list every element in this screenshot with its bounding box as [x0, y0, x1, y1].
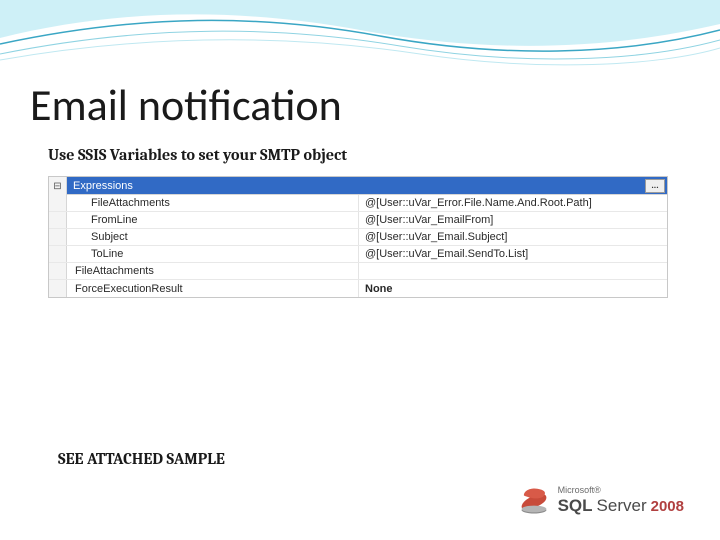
logo-product-text-a: SQL [558, 497, 593, 514]
collapse-icon[interactable]: ⊟ [49, 177, 67, 195]
table-row[interactable]: FileAttachments @[User::uVar_Error.File.… [49, 195, 667, 212]
table-row[interactable]: FileAttachments [49, 263, 667, 280]
row-gutter [49, 263, 67, 279]
row-gutter [49, 280, 67, 297]
table-row[interactable]: FromLine @[User::uVar_EmailFrom] [49, 212, 667, 229]
logo-vendor-text: Microsoft® [558, 486, 684, 495]
table-row[interactable]: ForceExecutionResult None [49, 280, 667, 297]
row-gutter [49, 212, 67, 228]
property-value[interactable]: @[User::uVar_Email.Subject] [359, 229, 667, 245]
grid-header-row: ⊟ Expressions ... [49, 177, 667, 195]
logo-product-text-b: Server [597, 497, 647, 514]
row-gutter [49, 195, 67, 211]
sql-server-logo: Microsoft® SQL Server 2008 [516, 482, 684, 518]
property-grid: ⊟ Expressions ... FileAttachments @[User… [48, 176, 668, 298]
row-gutter [49, 246, 67, 262]
ellipsis-button[interactable]: ... [645, 179, 665, 193]
row-gutter [49, 229, 67, 245]
property-name: ForceExecutionResult [67, 280, 359, 297]
grid-header-label[interactable]: Expressions [67, 177, 357, 194]
table-row[interactable]: ToLine @[User::uVar_Email.SendTo.List] [49, 246, 667, 263]
property-name: FileAttachments [67, 263, 359, 279]
subtitle-text: Use SSIS Variables to set your SMTP obje… [48, 146, 347, 164]
property-name: ToLine [67, 246, 359, 262]
table-row[interactable]: Subject @[User::uVar_Email.Subject] [49, 229, 667, 246]
database-icon [516, 482, 552, 518]
property-value[interactable]: @[User::uVar_Error.File.Name.And.Root.Pa… [359, 195, 667, 211]
logo-year-text: 2008 [651, 499, 684, 514]
property-value[interactable]: None [359, 280, 667, 297]
property-name: FileAttachments [67, 195, 359, 211]
footer-note: SEE ATTACHED SAMPLE [58, 450, 225, 468]
grid-header-value: ... [357, 177, 667, 194]
page-title: Email notification [30, 78, 342, 132]
property-value[interactable] [359, 263, 667, 279]
property-value[interactable]: @[User::uVar_Email.SendTo.List] [359, 246, 667, 262]
property-value[interactable]: @[User::uVar_EmailFrom] [359, 212, 667, 228]
property-name: FromLine [67, 212, 359, 228]
property-name: Subject [67, 229, 359, 245]
header-wave [0, 0, 720, 80]
